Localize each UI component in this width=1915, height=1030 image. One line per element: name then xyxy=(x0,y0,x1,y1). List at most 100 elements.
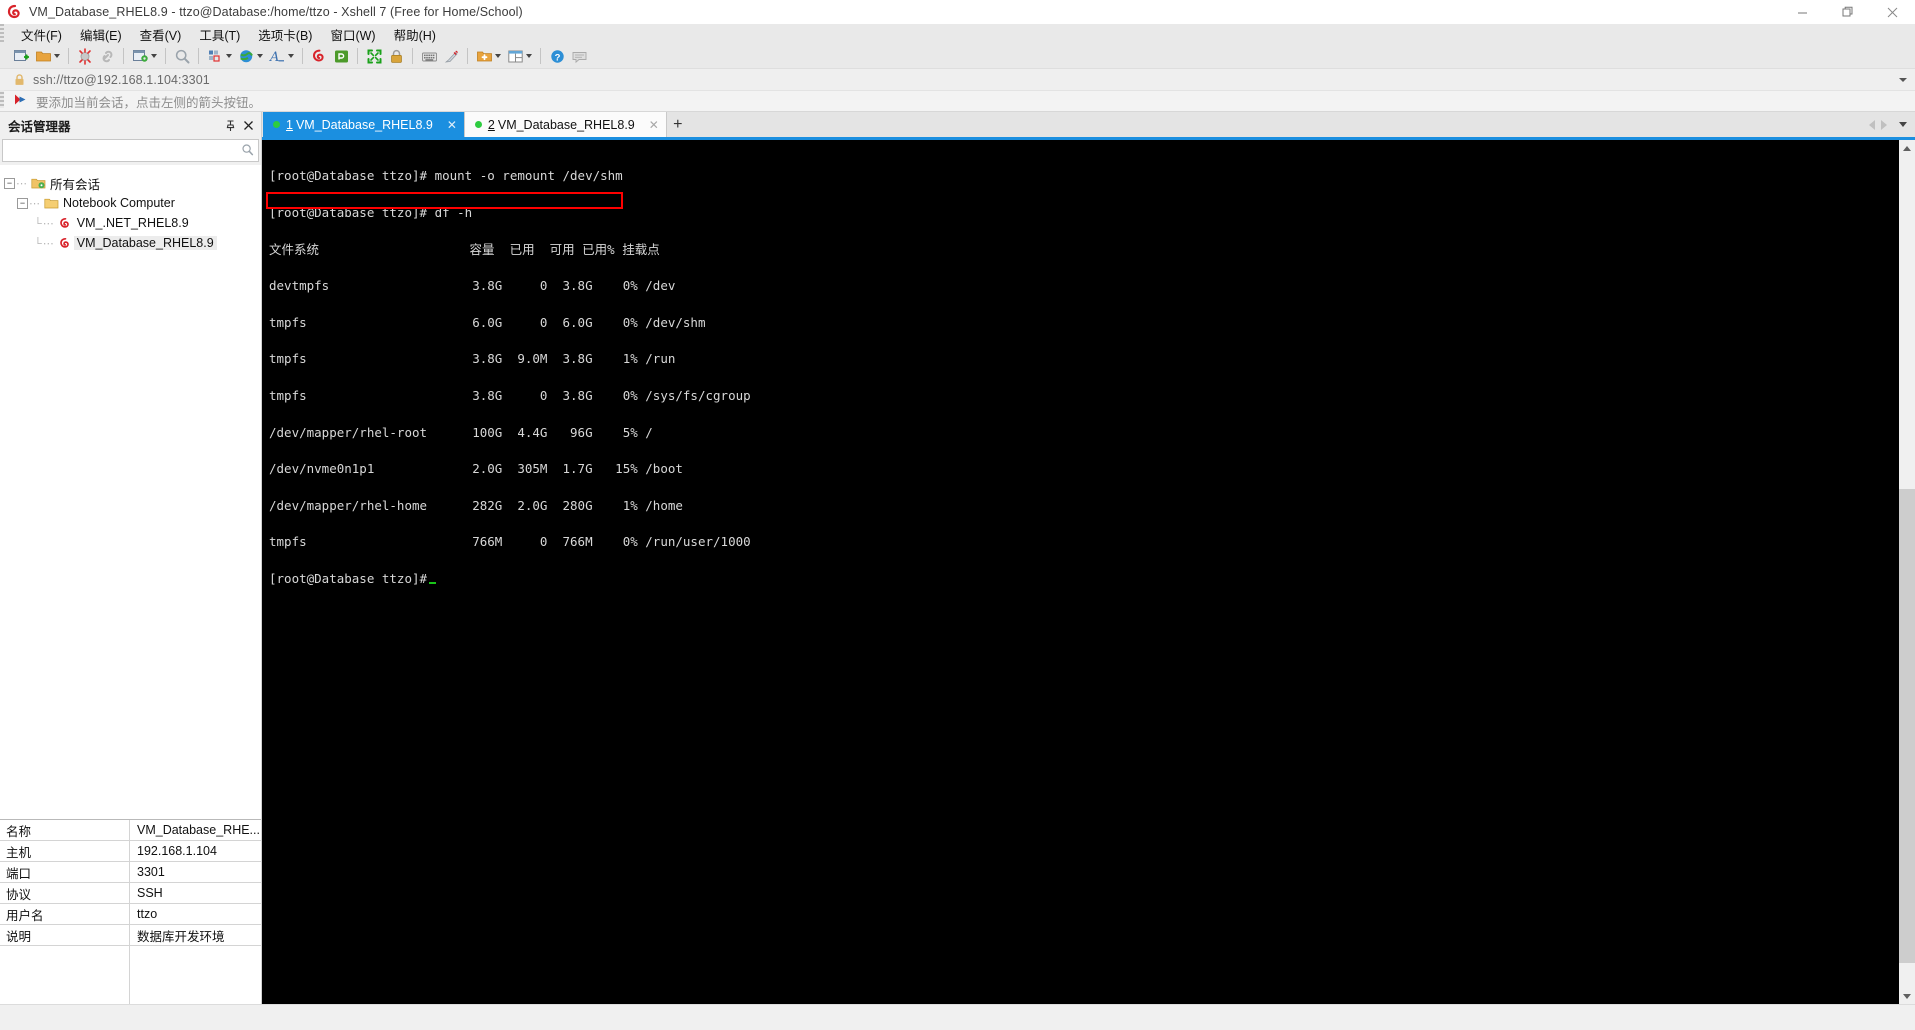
tree-node-vm-net-rhel[interactable]: └⋯ VM_.NET_RHEL8.9 xyxy=(0,213,261,233)
address-input[interactable]: ssh://ttzo@192.168.1.104:3301 xyxy=(33,73,210,87)
property-value: 3301 xyxy=(137,865,165,879)
chat-button[interactable] xyxy=(568,45,590,67)
xftp-button[interactable] xyxy=(330,45,352,67)
session-search-box[interactable] xyxy=(2,139,259,162)
new-tab-button[interactable]: + xyxy=(666,112,689,137)
chevron-down-icon[interactable] xyxy=(1899,122,1907,127)
search-icon[interactable] xyxy=(241,143,254,159)
status-bar xyxy=(0,1004,1915,1024)
menu-tools[interactable]: 工具(T) xyxy=(190,23,249,46)
add-folder-dropdown-arrow[interactable] xyxy=(493,47,502,65)
layout-button[interactable] xyxy=(204,45,235,67)
terminal-line: tmpfs 3.8G 9.0M 3.8G 1% /run xyxy=(269,351,676,367)
terminal-prompt: [root@Database ttzo]# xyxy=(269,570,428,586)
layout-icon xyxy=(206,47,224,65)
tab-strip: 1 VM_Database_RHEL8.9 ✕ 2 VM_Database_RH… xyxy=(262,112,1915,137)
close-icon[interactable] xyxy=(239,117,257,135)
transfer-dropdown-arrow[interactable] xyxy=(255,47,264,65)
tree-node-all-sessions[interactable]: − ⋯ 所有会话 xyxy=(0,173,261,193)
tab-status-dot-icon xyxy=(273,121,280,128)
xshell-icon xyxy=(310,47,328,65)
highlight-button[interactable] xyxy=(440,45,462,67)
terminal-prompt-line: [root@Database ttzo]# xyxy=(269,570,1899,586)
open-folder-dropdown-arrow[interactable] xyxy=(52,47,61,65)
split-view-dropdown-arrow[interactable] xyxy=(524,47,533,65)
tab-close-icon[interactable]: ✕ xyxy=(649,118,659,132)
menu-tabs[interactable]: 选项卡(B) xyxy=(249,23,321,46)
terminal-scrollbar[interactable] xyxy=(1899,140,1915,1004)
property-key: 说明 xyxy=(0,925,130,945)
toolbar-separator xyxy=(302,48,303,64)
layout-dropdown-arrow[interactable] xyxy=(224,47,233,65)
property-value: 数据库开发环境 xyxy=(137,929,225,944)
chevron-left-icon[interactable] xyxy=(1869,119,1875,130)
chat-icon xyxy=(570,47,588,65)
tree-node-notebook-computer[interactable]: − ⋯ Notebook Computer xyxy=(0,193,261,213)
add-arrow-icon[interactable] xyxy=(14,93,28,109)
property-row-description: 说明 数据库开发环境 xyxy=(0,925,261,946)
menu-file[interactable]: 文件(F) xyxy=(12,23,71,46)
scrollbar-thumb[interactable] xyxy=(1899,489,1915,963)
scrollbar-track[interactable] xyxy=(1899,156,1915,988)
tab-close-icon[interactable]: ✕ xyxy=(447,118,457,132)
block-cursor xyxy=(429,581,437,584)
menu-window[interactable]: 窗口(W) xyxy=(321,23,384,46)
terminal-wrapper: [root@Database ttzo]# mount -o remount /… xyxy=(262,140,1915,1004)
session-properties-dropdown-arrow[interactable] xyxy=(149,47,158,65)
session-tree[interactable]: − ⋯ 所有会话 − ⋯ Notebook Computer └⋯ VM_.NE… xyxy=(0,165,261,819)
maximize-restore-button[interactable] xyxy=(1825,0,1870,24)
terminal-line: /dev/nvme0n1p1 2.0G 305M 1.7G 15% /boot xyxy=(269,461,683,477)
menu-edit[interactable]: 编辑(E) xyxy=(71,23,131,46)
open-session-button[interactable] xyxy=(32,45,63,67)
terminal-line: [root@Database ttzo]# mount -o remount /… xyxy=(269,168,623,184)
close-button[interactable] xyxy=(1870,0,1915,24)
chevron-right-icon[interactable] xyxy=(1881,119,1887,130)
add-folder-button[interactable] xyxy=(473,45,504,67)
keyboard-button[interactable] xyxy=(418,45,440,67)
keyboard-icon xyxy=(420,47,438,65)
help-button[interactable]: ? xyxy=(546,45,568,67)
fullscreen-icon xyxy=(365,47,383,65)
property-key: 端口 xyxy=(0,862,130,882)
xshell-button[interactable] xyxy=(308,45,330,67)
minimize-button[interactable] xyxy=(1780,0,1825,24)
xshell-logo-icon xyxy=(7,4,23,20)
chevron-down-icon[interactable] xyxy=(1899,77,1907,82)
property-value: 192.168.1.104 xyxy=(137,844,217,858)
folder-icon xyxy=(43,196,60,211)
fullscreen-button[interactable] xyxy=(363,45,385,67)
property-row-port: 端口 3301 xyxy=(0,862,261,883)
reconnect-button[interactable] xyxy=(96,45,118,67)
tab-1-vm-database[interactable]: 1 VM_Database_RHEL8.9 ✕ xyxy=(263,112,465,137)
lock-button[interactable] xyxy=(385,45,407,67)
scroll-down-icon[interactable] xyxy=(1899,988,1915,1004)
pin-icon[interactable] xyxy=(221,117,239,135)
highlight-icon xyxy=(442,47,460,65)
session-search-input[interactable] xyxy=(7,142,241,159)
menu-help[interactable]: 帮助(H) xyxy=(385,23,445,46)
scroll-up-icon[interactable] xyxy=(1899,140,1915,156)
font-icon: A xyxy=(268,47,286,65)
expander-minus-icon[interactable]: − xyxy=(4,177,15,189)
font-dropdown-arrow[interactable] xyxy=(286,47,295,65)
expander-minus-icon[interactable]: − xyxy=(17,197,28,209)
font-button[interactable]: A xyxy=(266,45,297,67)
menu-view[interactable]: 查看(V) xyxy=(131,23,191,46)
terminal-line: [root@Database ttzo]# df -h xyxy=(269,205,473,220)
terminal-line: tmpfs 3.8G 0 3.8G 0% /sys/fs/cgroup xyxy=(269,387,751,403)
tab-2-vm-database[interactable]: 2 VM_Database_RHEL8.9 ✕ xyxy=(464,112,667,137)
tree-node-vm-database-rhel[interactable]: └⋯ VM_Database_RHEL8.9 xyxy=(0,233,261,253)
split-view-button[interactable] xyxy=(504,45,535,67)
reconnect-icon xyxy=(98,47,116,65)
transfer-button[interactable] xyxy=(235,45,266,67)
find-button[interactable] xyxy=(171,45,193,67)
terminal-area: 1 VM_Database_RHEL8.9 ✕ 2 VM_Database_RH… xyxy=(262,112,1915,1004)
new-session-button[interactable] xyxy=(10,45,32,67)
tree-label-vm-database-rhel: VM_Database_RHEL8.9 xyxy=(73,236,217,250)
terminal-line: /dev/mapper/rhel-root 100G 4.4G 96G 5% / xyxy=(269,424,653,440)
disconnect-button[interactable] xyxy=(74,45,96,67)
address-bar[interactable]: ssh://ttzo@192.168.1.104:3301 xyxy=(0,68,1915,90)
terminal-output[interactable]: [root@Database ttzo]# mount -o remount /… xyxy=(262,140,1899,1004)
menu-bar: 文件(F) 编辑(E) 查看(V) 工具(T) 选项卡(B) 窗口(W) 帮助(… xyxy=(0,24,1915,44)
session-properties-button[interactable] xyxy=(129,45,160,67)
